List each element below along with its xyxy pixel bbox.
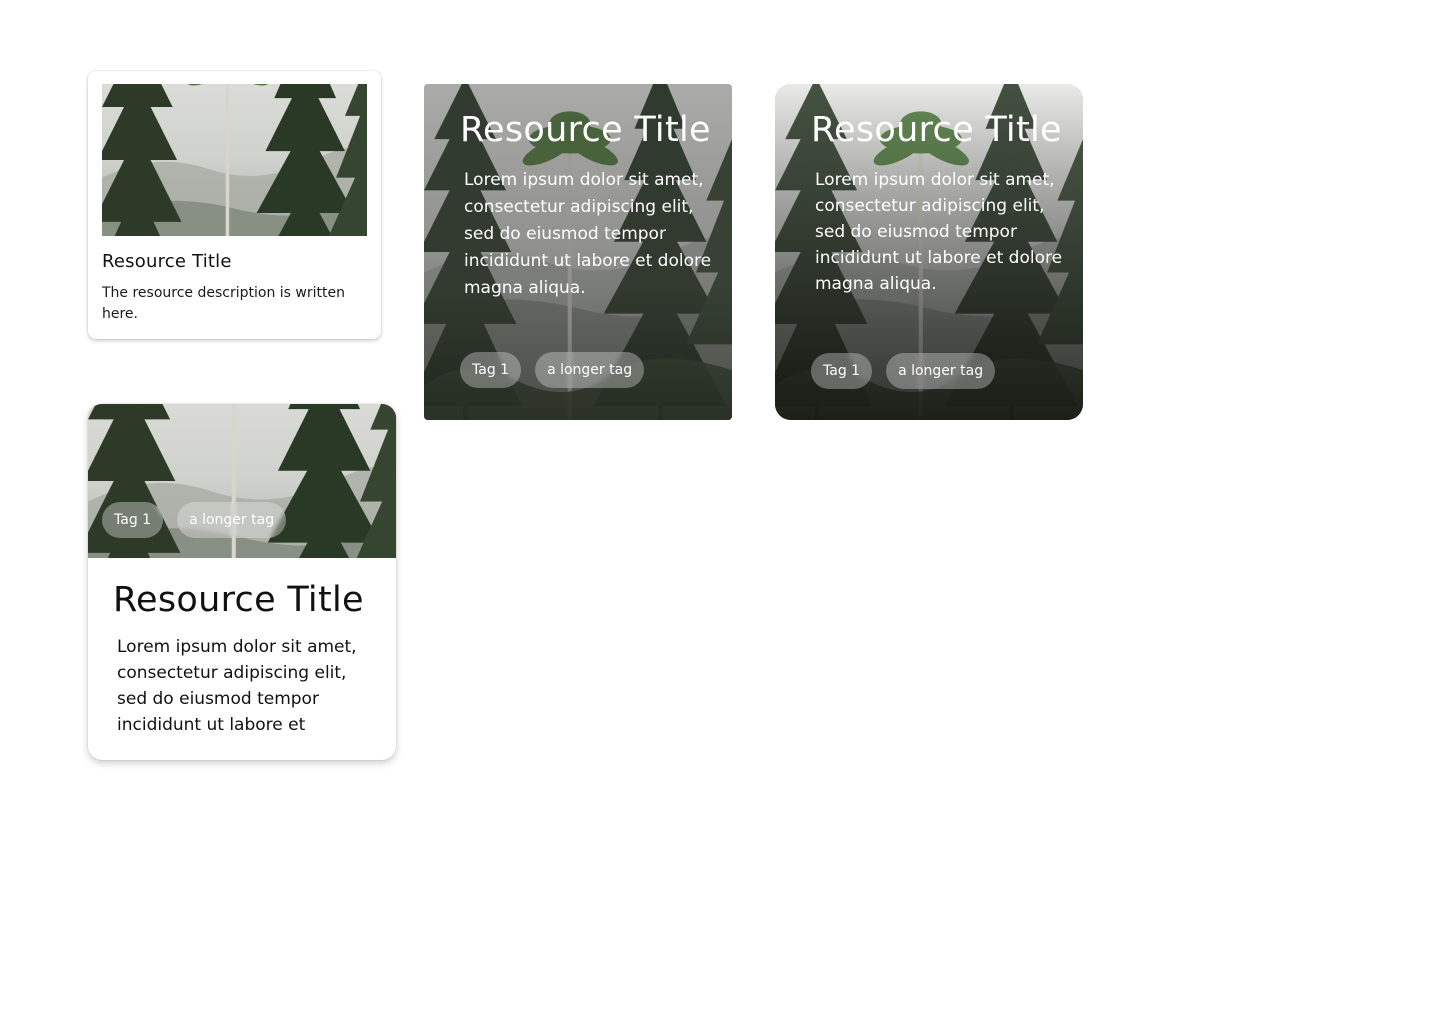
card-image: Tag 1 a longer tag <box>88 404 396 558</box>
tag[interactable]: a longer tag <box>886 353 996 389</box>
forest-photo-icon <box>102 84 367 236</box>
tag[interactable]: a longer tag <box>535 352 645 388</box>
resource-card-image-top[interactable]: Tag 1 a longer tag Resource Title Lorem … <box>88 404 396 760</box>
resource-card-overlay-rounded[interactable]: Resource Title Lorem ipsum dolor sit ame… <box>775 84 1083 420</box>
card-title: Resource Title <box>460 110 711 150</box>
card-description: Lorem ipsum dolor sit amet, consectetur … <box>815 170 1063 294</box>
card-description: Lorem ipsum dolor sit amet, consectetur … <box>117 637 357 735</box>
tag-list: Tag 1 a longer tag <box>460 352 645 388</box>
tag[interactable]: Tag 1 <box>811 353 873 389</box>
tag[interactable]: a longer tag <box>177 502 287 538</box>
resource-card-overlay-square[interactable]: Resource Title Lorem ipsum dolor sit ame… <box>424 84 732 420</box>
tag[interactable]: Tag 1 <box>102 502 164 538</box>
card-title: Resource Title <box>113 580 364 620</box>
tag[interactable]: Tag 1 <box>460 352 522 388</box>
canvas: Resource Title The resource description … <box>0 0 1440 1024</box>
card-title: Resource Title <box>811 110 1062 150</box>
resource-card-small[interactable]: Resource Title The resource description … <box>88 71 381 339</box>
card-description: The resource description is written here… <box>102 285 345 322</box>
card-title: Resource Title <box>102 251 232 272</box>
card-description: Lorem ipsum dolor sit amet, consectetur … <box>464 170 712 298</box>
tag-list: Tag 1 a longer tag <box>102 502 287 538</box>
card-image <box>102 84 367 236</box>
tag-list: Tag 1 a longer tag <box>811 353 996 389</box>
